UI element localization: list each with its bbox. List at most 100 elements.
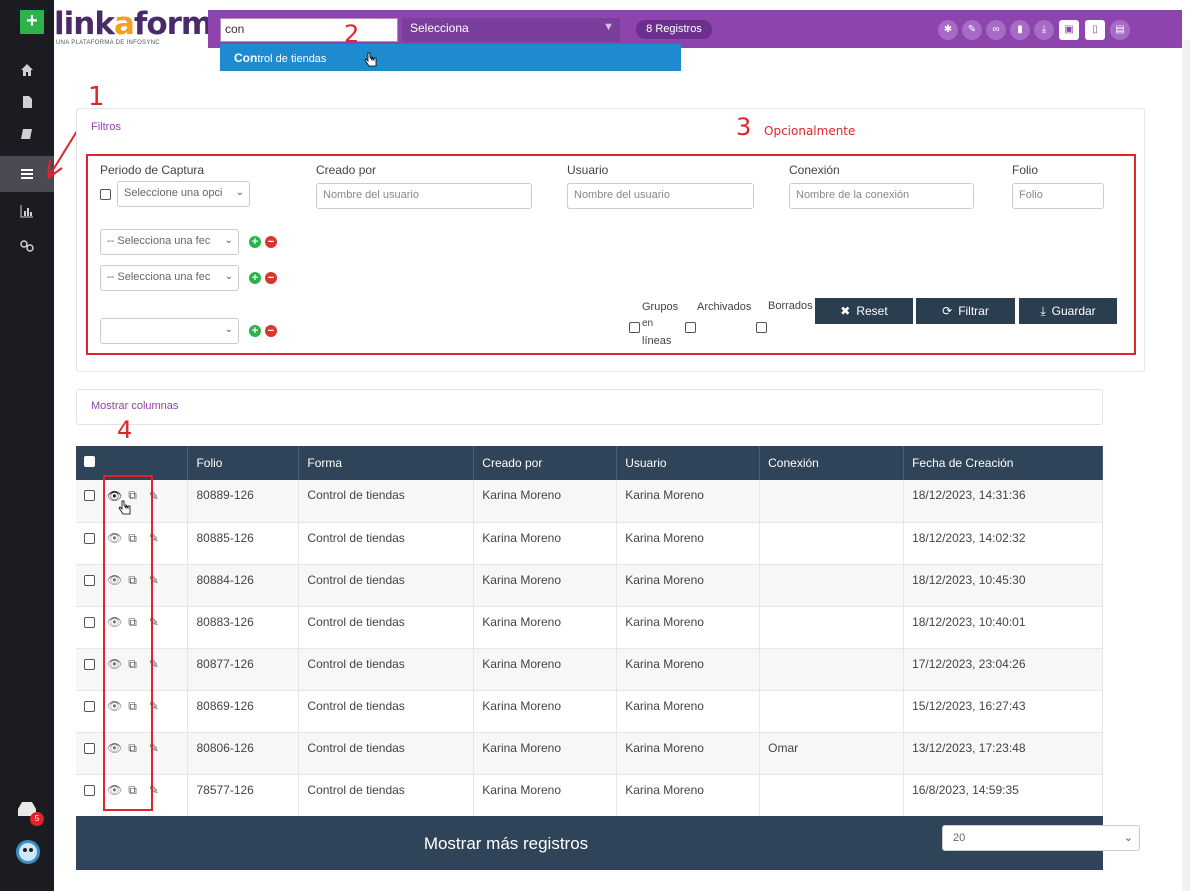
periodo-select[interactable]: Seleccione una opci ⌄ bbox=[117, 181, 250, 207]
conexion-input[interactable]: Nombre de la conexión bbox=[789, 183, 974, 209]
column-header[interactable]: Fecha de Creación bbox=[903, 446, 1103, 480]
map-icon[interactable]: ▯ bbox=[1085, 20, 1105, 40]
forma-cell: Control de tiendas bbox=[298, 690, 475, 732]
reset-button[interactable]: ✖ Reset bbox=[815, 298, 913, 324]
fecha-cell: 18/12/2023, 14:02:32 bbox=[903, 522, 1103, 564]
brand-name: linkaform bbox=[54, 6, 213, 42]
table-row[interactable]: 👁 ⧉ ✎ 78577-126 Control de tiendas Karin… bbox=[76, 774, 1103, 816]
folio-cell[interactable]: 80883-126 bbox=[187, 606, 300, 648]
records-table: Folio Forma Creado por Usuario Conexión … bbox=[76, 446, 1103, 817]
archive-icon[interactable]: ▣ bbox=[1059, 20, 1079, 40]
form-select[interactable]: Selecciona ▼ bbox=[402, 18, 620, 42]
binoculars-icon[interactable]: ∞ bbox=[986, 20, 1006, 40]
creado-cell: Karina Moreno bbox=[473, 732, 618, 774]
creado-cell: Karina Moreno bbox=[473, 522, 618, 564]
column-header[interactable]: Usuario bbox=[616, 446, 761, 480]
creado-cell: Karina Moreno bbox=[473, 648, 618, 690]
chart-icon[interactable] bbox=[0, 193, 54, 229]
scrollbar[interactable] bbox=[1182, 40, 1190, 891]
autocomplete-option[interactable]: Control de tiendas bbox=[220, 44, 681, 71]
usuario-input[interactable]: Nombre del usuario bbox=[567, 183, 754, 209]
creado-por-input[interactable]: Nombre del usuario bbox=[316, 183, 532, 209]
borrados-checkbox[interactable] bbox=[756, 322, 767, 333]
folio-cell[interactable]: 80885-126 bbox=[187, 522, 300, 564]
row-checkbox[interactable] bbox=[84, 616, 95, 628]
settings-icon[interactable]: ✱ bbox=[938, 20, 958, 40]
forma-cell: Control de tiendas bbox=[298, 774, 475, 816]
fecha-cell: 15/12/2023, 16:27:43 bbox=[903, 690, 1103, 732]
show-more-button[interactable]: Mostrar más registros bbox=[76, 834, 936, 854]
add-filter-icon[interactable]: + bbox=[249, 236, 261, 248]
creado-por-label: Creado por bbox=[316, 163, 377, 177]
folio-cell[interactable]: 80877-126 bbox=[187, 648, 300, 690]
fecha-cell: 17/12/2023, 23:04:26 bbox=[903, 648, 1103, 690]
row-checkbox[interactable] bbox=[84, 532, 95, 544]
row-checkbox[interactable] bbox=[84, 742, 95, 754]
row-checkbox[interactable] bbox=[84, 784, 95, 796]
filters-title[interactable]: Filtros bbox=[91, 121, 121, 133]
file-icon[interactable]: ▮ bbox=[1010, 20, 1030, 40]
row-checkbox[interactable] bbox=[84, 490, 95, 501]
table-row[interactable]: 👁 ⧉ ✎ 80877-126 Control de tiendas Karin… bbox=[76, 648, 1103, 690]
row-checkbox[interactable] bbox=[84, 574, 95, 586]
forma-cell: Control de tiendas bbox=[298, 522, 475, 564]
folio-cell[interactable]: 80884-126 bbox=[187, 564, 300, 606]
forma-cell: Control de tiendas bbox=[298, 648, 475, 690]
archivados-checkbox[interactable] bbox=[685, 322, 696, 333]
add-filter-icon[interactable]: + bbox=[249, 272, 261, 284]
usuario-cell: Karina Moreno bbox=[616, 648, 761, 690]
row-checkbox[interactable] bbox=[84, 700, 95, 712]
column-header[interactable]: Creado por bbox=[473, 446, 618, 480]
remove-filter-icon[interactable]: − bbox=[265, 236, 277, 248]
row-checkbox[interactable] bbox=[84, 658, 95, 670]
columns-title[interactable]: Mostrar columnas bbox=[91, 400, 178, 412]
table-row[interactable]: 👁 ⧉ ✎ 80889-126 Control de tiendas Karin… bbox=[76, 480, 1103, 522]
forma-cell: Control de tiendas bbox=[298, 606, 475, 648]
conexion-cell bbox=[759, 606, 905, 648]
folio-cell[interactable]: 78577-126 bbox=[187, 774, 300, 816]
trash-icon[interactable]: ▤ bbox=[1110, 20, 1130, 40]
column-header[interactable]: Conexión bbox=[759, 446, 905, 480]
form-search-input[interactable]: con bbox=[220, 18, 398, 42]
grupos-checkbox[interactable] bbox=[629, 322, 640, 333]
fecha-cell: 18/12/2023, 10:45:30 bbox=[903, 564, 1103, 606]
usuario-cell: Karina Moreno bbox=[616, 606, 761, 648]
folio-cell[interactable]: 80889-126 bbox=[187, 480, 300, 522]
creado-cell: Karina Moreno bbox=[473, 564, 618, 606]
inbox-icon[interactable]: 5 bbox=[16, 800, 44, 826]
folio-input[interactable]: Folio bbox=[1012, 183, 1104, 209]
link-icon[interactable] bbox=[0, 228, 54, 264]
fecha-select-1[interactable]: -- Selecciona una fec ⌄ bbox=[100, 229, 239, 255]
table-row[interactable]: 👁 ⧉ ✎ 80884-126 Control de tiendas Karin… bbox=[76, 564, 1103, 606]
usuario-cell: Karina Moreno bbox=[616, 690, 761, 732]
table-row[interactable]: 👁 ⧉ ✎ 80806-126 Control de tiendas Karin… bbox=[76, 732, 1103, 774]
annotation-3: 3 bbox=[736, 113, 752, 141]
remove-filter-icon[interactable]: − bbox=[265, 272, 277, 284]
filtrar-button[interactable]: ⟳ Filtrar bbox=[916, 298, 1015, 324]
table-row[interactable]: 👁 ⧉ ✎ 80869-126 Control de tiendas Karin… bbox=[76, 690, 1103, 732]
folio-cell[interactable]: 80869-126 bbox=[187, 690, 300, 732]
guardar-button[interactable]: ⤓ Guardar bbox=[1019, 298, 1117, 324]
add-button[interactable]: + bbox=[20, 10, 44, 34]
add-filter-icon[interactable]: + bbox=[249, 325, 261, 337]
column-header[interactable]: Forma bbox=[298, 446, 475, 480]
download-icon: ⤓ bbox=[1040, 303, 1046, 318]
remove-filter-icon[interactable]: − bbox=[265, 325, 277, 337]
fecha-select-2[interactable]: -- Selecciona una fec ⌄ bbox=[100, 265, 239, 291]
column-header[interactable]: Folio bbox=[187, 446, 300, 480]
table-row[interactable]: 👁 ⧉ ✎ 80885-126 Control de tiendas Karin… bbox=[76, 522, 1103, 564]
page-size-select[interactable]: 20 ⌄ bbox=[942, 825, 1140, 851]
conexion-cell bbox=[759, 522, 905, 564]
edit-icon[interactable]: ✎ bbox=[962, 20, 982, 40]
periodo-checkbox[interactable] bbox=[100, 189, 111, 200]
folio-cell[interactable]: 80806-126 bbox=[187, 732, 300, 774]
home-icon[interactable] bbox=[0, 52, 54, 88]
conexion-cell bbox=[759, 690, 905, 732]
annotation-4: 4 bbox=[117, 416, 133, 444]
avatar[interactable] bbox=[16, 840, 40, 864]
hand-cursor-icon bbox=[364, 52, 378, 68]
download-icon[interactable]: ⤓ bbox=[1034, 20, 1054, 40]
en-label: en bbox=[642, 318, 654, 329]
fecha-select-3[interactable]: ⌄ bbox=[100, 318, 239, 344]
table-row[interactable]: 👁 ⧉ ✎ 80883-126 Control de tiendas Karin… bbox=[76, 606, 1103, 648]
